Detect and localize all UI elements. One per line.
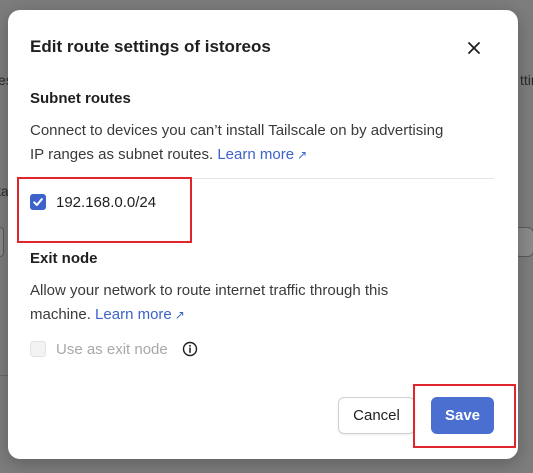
exit-node-checkbox[interactable] (30, 341, 46, 357)
exit-node-option-label: Use as exit node (56, 340, 168, 358)
info-icon[interactable] (182, 341, 198, 357)
exit-node-description: Allow your network to route internet tra… (30, 279, 500, 327)
subnet-description-line2: IP ranges as subnet routes. (30, 146, 214, 163)
learn-more-text: Learn more (95, 306, 172, 323)
cancel-button[interactable]: Cancel (338, 397, 415, 434)
external-link-arrow-icon: ↗ (174, 308, 185, 322)
subnet-routes-description: Connect to devices you can’t install Tai… (30, 119, 500, 167)
close-icon (468, 42, 480, 54)
close-button[interactable] (462, 36, 486, 60)
exit-node-learn-more-link[interactable]: Learn more ↗ (95, 306, 185, 323)
learn-more-text: Learn more (217, 146, 295, 163)
exit-description-line2: machine. (30, 306, 91, 323)
subnet-routes-heading: Subnet routes (30, 90, 131, 107)
background-input (0, 227, 4, 257)
external-link-arrow-icon: ↗ (297, 148, 308, 162)
exit-node-option: Use as exit node (30, 338, 198, 360)
background-text-fragment: ttin (520, 72, 533, 88)
route-highlight-box (17, 177, 192, 243)
subnet-learn-more-link[interactable]: Learn more ↗ (217, 146, 307, 163)
exit-description-line1: Allow your network to route internet tra… (30, 282, 389, 299)
subnet-description-line1: Connect to devices you can’t install Tai… (30, 122, 444, 139)
save-highlight-box (413, 384, 516, 448)
exit-node-heading: Exit node (30, 250, 98, 267)
dialog-title: Edit route settings of istoreos (30, 37, 271, 56)
